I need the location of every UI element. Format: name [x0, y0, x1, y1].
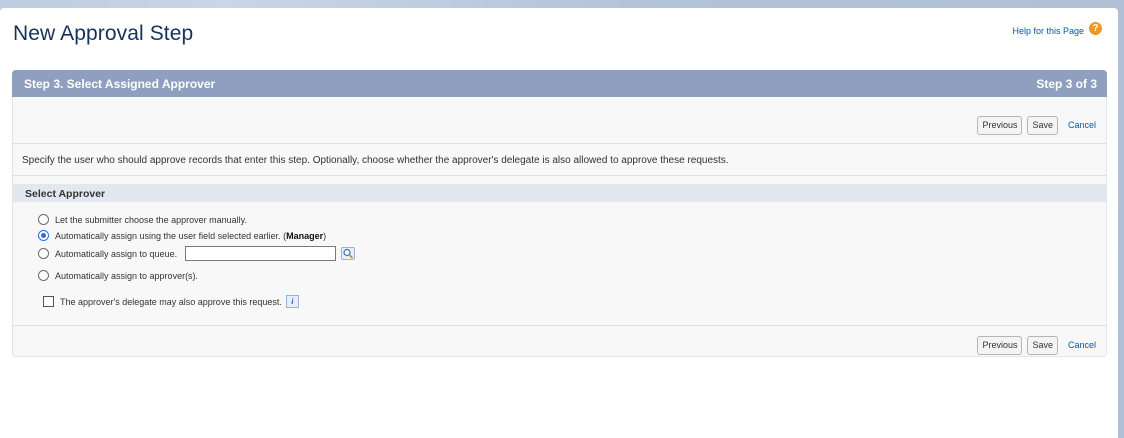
option-label-suffix: )	[323, 230, 327, 241]
section-heading-label: Select Approver	[25, 188, 106, 200]
info-icon[interactable]: i	[285, 295, 299, 308]
save-button-bottom[interactable]: Save	[1027, 335, 1058, 355]
option-label: Let the submitter choose the approver ma…	[55, 214, 247, 225]
page-card: New Approval Step Help for this Page ? S…	[0, 8, 1118, 438]
cancel-link-bottom[interactable]: Cancel	[1068, 340, 1096, 350]
previous-button-bottom[interactable]: Previous	[977, 335, 1023, 355]
delegate-checkbox[interactable]	[43, 296, 54, 307]
option-label: Automatically assign to approver(s).	[55, 270, 199, 281]
option-submitter-choose[interactable]: Let the submitter choose the approver ma…	[38, 214, 247, 225]
save-button-top[interactable]: Save	[1027, 115, 1058, 135]
manager-field-name: Manager	[286, 230, 324, 241]
lookup-icon[interactable]	[341, 247, 356, 260]
radio-approvers[interactable]	[38, 270, 49, 281]
option-approvers[interactable]: Automatically assign to approver(s).	[38, 270, 198, 281]
page-title: New Approval Step	[13, 22, 194, 45]
previous-button-top[interactable]: Previous	[977, 115, 1023, 135]
section-heading: Select Approver	[13, 184, 1106, 202]
step-header: Step 3. Select Assigned Approver Step 3 …	[12, 70, 1107, 97]
divider	[13, 143, 1106, 144]
divider	[13, 325, 1106, 326]
radio-submitter-choose[interactable]	[38, 214, 49, 225]
help-link[interactable]: Help for this Page	[1012, 26, 1084, 36]
help-icon[interactable]: ?	[1089, 22, 1102, 35]
radio-user-field[interactable]	[38, 230, 49, 241]
delegate-label: The approver's delegate may also approve…	[60, 296, 282, 307]
step-title: Step 3. Select Assigned Approver	[24, 77, 216, 91]
option-label: Automatically assign to queue.	[55, 248, 178, 259]
step-description: Specify the user who should approve reco…	[22, 155, 729, 166]
cancel-link-top[interactable]: Cancel	[1068, 120, 1096, 130]
bottom-button-row: Previous Save Cancel	[972, 335, 1096, 355]
option-label: Automatically assign using the user fiel…	[55, 230, 287, 241]
queue-input[interactable]	[185, 246, 337, 261]
divider	[13, 175, 1106, 176]
radio-queue[interactable]	[38, 248, 49, 259]
step-panel: Step 3. Select Assigned Approver Step 3 …	[12, 70, 1107, 357]
delegate-option[interactable]: The approver's delegate may also approve…	[43, 295, 299, 308]
option-user-field[interactable]: Automatically assign using the user fiel…	[38, 230, 326, 241]
step-counter: Step 3 of 3	[1036, 77, 1097, 91]
top-button-row: Previous Save Cancel	[972, 115, 1096, 135]
option-queue[interactable]: Automatically assign to queue.	[38, 246, 356, 261]
